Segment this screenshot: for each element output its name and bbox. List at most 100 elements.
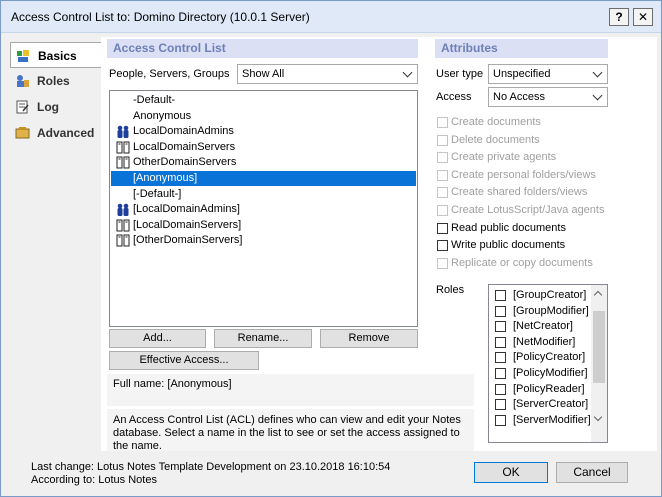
basics-icon xyxy=(17,50,29,62)
attribute-option-label: Read public documents xyxy=(451,221,566,234)
name-list-item-label: [Anonymous] xyxy=(133,172,198,184)
user-type-select[interactable]: Unspecified xyxy=(488,64,608,84)
cancel-button[interactable]: Cancel xyxy=(556,462,628,483)
attribute-option-label: Create shared folders/views xyxy=(451,186,588,199)
checkbox[interactable] xyxy=(495,305,506,317)
checkbox[interactable] xyxy=(495,399,506,411)
name-list-item-label: LocalDomainServers xyxy=(133,140,236,153)
access-label: Access xyxy=(436,91,472,103)
acl-dialog: Access Control List to: Domino Directory… xyxy=(0,0,662,497)
name-list-item[interactable]: LocalDomainAdmins xyxy=(111,124,416,139)
full-name-text: Full name: [Anonymous] xyxy=(113,378,232,390)
server-group-icon xyxy=(116,234,130,247)
filter-select[interactable]: Show All xyxy=(237,64,418,84)
attribute-option-label: Create documents xyxy=(451,116,541,128)
role-item-label: [ServerModifier] xyxy=(513,413,591,426)
chevron-down-icon xyxy=(592,90,603,101)
tab-basics-label: Basics xyxy=(38,49,77,63)
name-list-item[interactable]: [-Default-] xyxy=(111,187,416,202)
tab-log[interactable]: Log xyxy=(10,94,98,120)
group-icon xyxy=(117,203,129,217)
access-select[interactable]: No Access xyxy=(488,87,608,107)
name-list-item-label: -Default- xyxy=(133,94,176,106)
effective-access-button[interactable]: Effective Access... xyxy=(109,351,259,370)
name-list-item-label: LocalDomainAdmins xyxy=(133,125,234,138)
role-item-label: [PolicyCreator] xyxy=(513,351,586,364)
name-list-item[interactable]: [Anonymous] xyxy=(111,171,416,186)
description-text: An Access Control List (ACL) defines who… xyxy=(113,414,461,452)
rename-button[interactable]: Rename... xyxy=(214,329,312,348)
window-title: Access Control List to: Domino Directory… xyxy=(11,10,310,24)
according-to-text: According to: Lotus Notes xyxy=(31,474,157,486)
checkbox[interactable] xyxy=(437,240,448,252)
last-change-text: Last change: Lotus Notes Template Develo… xyxy=(31,461,391,473)
checkbox[interactable] xyxy=(495,414,506,426)
name-list-item-label: OtherDomainServers xyxy=(133,156,237,169)
checkbox xyxy=(437,152,448,164)
role-item-label: [ServerCreator] xyxy=(513,398,589,411)
remove-button[interactable]: Remove xyxy=(320,329,418,348)
full-name-box: Full name: [Anonymous] xyxy=(107,374,474,406)
tab-list: Basics Roles Log Advanced xyxy=(10,42,102,146)
attribute-option-label: Create personal folders/views xyxy=(451,168,596,181)
scroll-thumb[interactable] xyxy=(593,311,605,383)
checkbox xyxy=(437,187,448,199)
name-list-item-label: [LocalDomainAdmins] xyxy=(133,203,240,216)
ok-button[interactable]: OK xyxy=(474,462,548,483)
checkbox xyxy=(437,117,448,128)
tab-advanced[interactable]: Advanced xyxy=(10,120,98,146)
checkbox[interactable] xyxy=(495,336,506,348)
filter-label: People, Servers, Groups xyxy=(109,68,230,80)
attribute-option-label: Write public documents xyxy=(451,239,566,252)
roles-scrollbar[interactable] xyxy=(591,285,607,442)
name-list-item-label: Anonymous xyxy=(133,109,192,122)
role-item-label: [PolicyModifier] xyxy=(513,367,588,379)
tab-roles[interactable]: Roles xyxy=(10,68,98,94)
name-list-item[interactable]: LocalDomainServers xyxy=(111,140,416,155)
roles-label: Roles xyxy=(436,284,465,296)
attribute-option-label: Replicate or copy documents xyxy=(451,256,593,269)
acl-section-header: Access Control List xyxy=(107,39,418,58)
name-list-item[interactable]: OtherDomainServers xyxy=(111,155,416,170)
checkbox[interactable] xyxy=(495,368,506,379)
checkbox xyxy=(437,169,448,181)
server-group-icon xyxy=(116,219,130,232)
names-list[interactable]: -Default- Anonymous LocalDomainAdmins Local… xyxy=(109,90,418,327)
log-icon xyxy=(16,100,29,114)
checkbox[interactable] xyxy=(495,321,506,333)
roles-icon xyxy=(17,75,29,87)
user-type-value: Unspecified xyxy=(493,68,551,80)
role-item-label: [NetCreator] xyxy=(513,320,573,333)
name-list-item[interactable]: [OtherDomainServers] xyxy=(111,233,416,248)
attribute-option-label: Delete documents xyxy=(451,133,540,146)
attributes-section-header: Attributes xyxy=(435,39,608,58)
role-item-label: [NetModifier] xyxy=(513,335,576,348)
checkbox xyxy=(437,134,448,146)
checkbox[interactable] xyxy=(495,290,506,301)
add-button[interactable]: Add... xyxy=(109,329,206,348)
roles-list[interactable]: [GroupCreator] [GroupModifier] [NetCreator… xyxy=(488,284,608,443)
checkbox xyxy=(437,257,448,269)
checkbox[interactable] xyxy=(437,222,448,234)
user-type-label: User type xyxy=(436,68,484,80)
tab-log-label: Log xyxy=(37,100,59,114)
name-list-item-label: [LocalDomainServers] xyxy=(133,218,242,231)
chevron-down-icon xyxy=(592,67,603,78)
name-list-item[interactable]: -Default- xyxy=(111,93,416,108)
scroll-up-icon[interactable] xyxy=(593,290,603,300)
name-list-item[interactable]: Anonymous xyxy=(111,109,416,124)
tab-basics[interactable]: Basics xyxy=(10,42,102,68)
checkbox[interactable] xyxy=(495,383,506,395)
name-list-item[interactable]: [LocalDomainServers] xyxy=(111,218,416,233)
help-button[interactable]: ? xyxy=(609,8,629,26)
name-list-item-label: [-Default-] xyxy=(133,187,182,200)
chevron-down-icon xyxy=(402,67,413,78)
scroll-down-icon[interactable] xyxy=(593,412,603,422)
role-item-label: [PolicyReader] xyxy=(513,382,585,395)
close-button[interactable]: ✕ xyxy=(633,8,653,26)
attribute-option-label: Create LotusScript/Java agents xyxy=(451,204,605,216)
name-list-item[interactable]: [LocalDomainAdmins] xyxy=(111,202,416,217)
group-icon xyxy=(117,125,129,139)
description-box: An Access Control List (ACL) defines who… xyxy=(107,409,474,452)
checkbox[interactable] xyxy=(495,352,506,364)
